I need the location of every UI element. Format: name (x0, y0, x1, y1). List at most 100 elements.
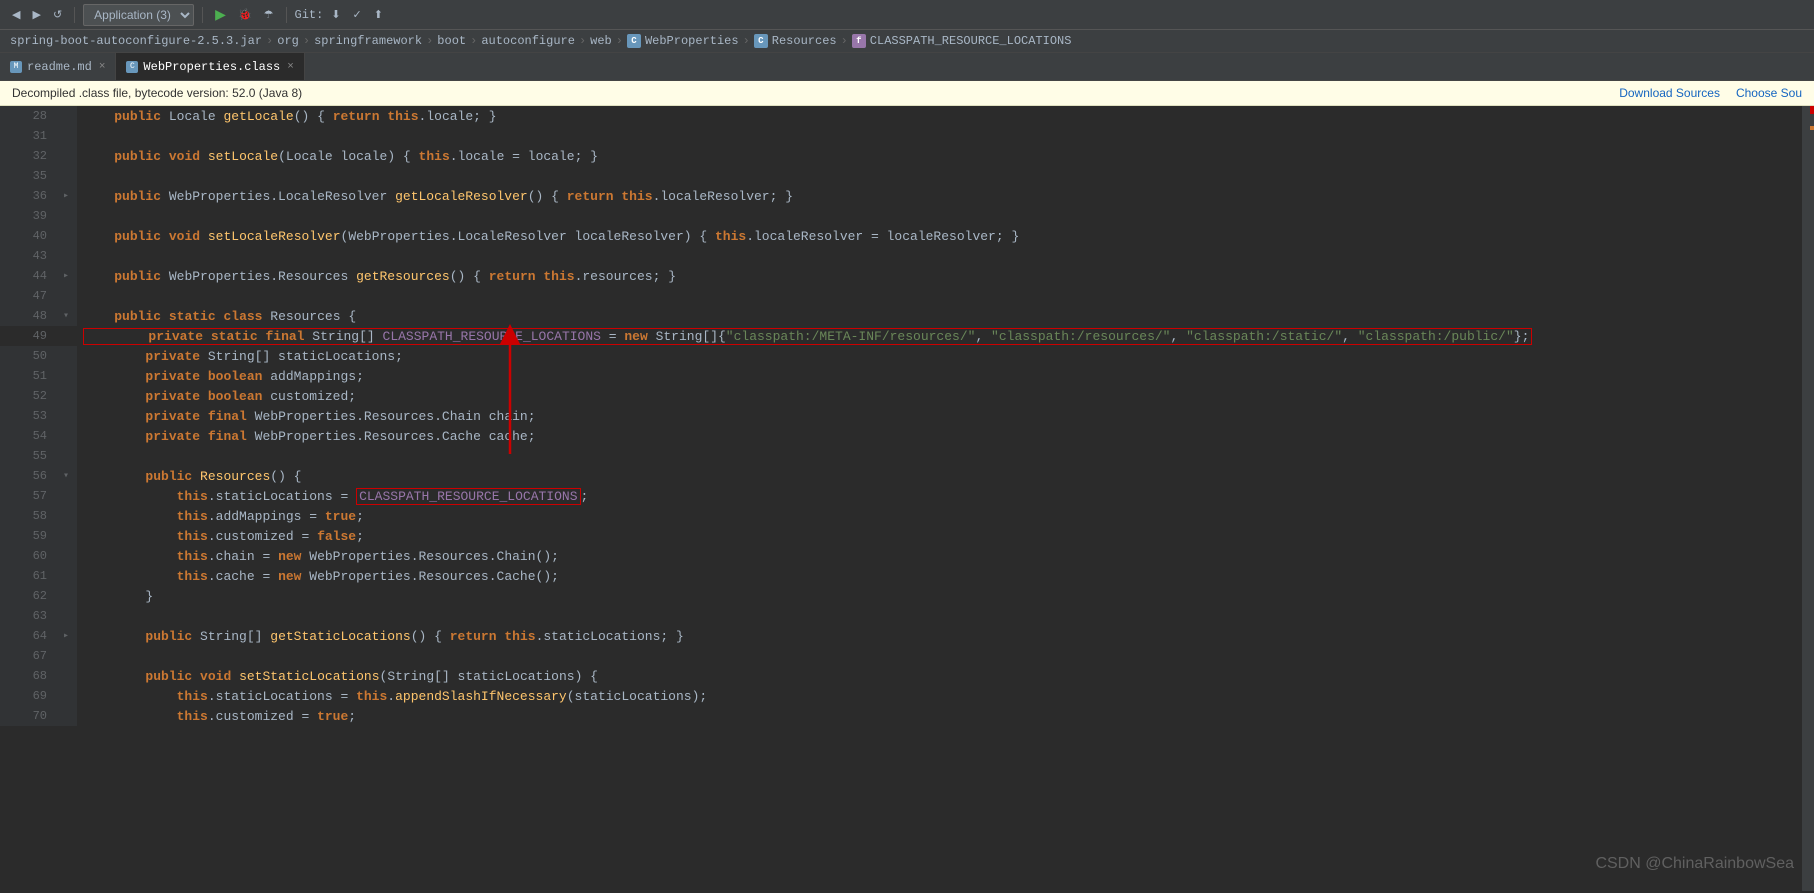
notice-bar: Decompiled .class file, bytecode version… (0, 81, 1814, 106)
git-update[interactable]: ⬇ (327, 6, 344, 23)
table-row: 64 ▸ public String[] getStaticLocations(… (0, 626, 1802, 646)
code-line (77, 246, 1802, 266)
fold-icon[interactable]: ▸ (63, 271, 69, 282)
breadcrumb-boot[interactable]: boot (437, 34, 466, 48)
breadcrumb-web[interactable]: web (590, 34, 612, 48)
breadcrumb-sep2: › (303, 34, 310, 48)
scrollbar-track[interactable] (1802, 106, 1814, 891)
table-row: 55 (0, 446, 1802, 466)
line-gutter (55, 586, 77, 606)
coverage-button[interactable]: ☂ (260, 6, 278, 23)
table-row: 50 private String[] staticLocations; (0, 346, 1802, 366)
line-gutter: ▸ (55, 266, 77, 286)
line-gutter (55, 646, 77, 666)
line-gutter (55, 146, 77, 166)
tab-readme-close[interactable]: × (99, 61, 106, 73)
line-number: 44 (0, 266, 55, 286)
table-row: 63 (0, 606, 1802, 626)
toolbar-forward[interactable]: ▶ (28, 6, 44, 23)
fold-icon[interactable]: ▸ (63, 191, 69, 202)
code-line: public Resources() { (77, 466, 1802, 486)
line-gutter (55, 666, 77, 686)
line-number: 28 (0, 106, 55, 126)
breadcrumb-sep6: › (616, 34, 623, 48)
line-number: 55 (0, 446, 55, 466)
class-icon-resources: C (754, 34, 768, 48)
line-number: 56 (0, 466, 55, 486)
table-row: 28 public Locale getLocale() { return th… (0, 106, 1802, 126)
readme-icon: M (10, 61, 22, 73)
breadcrumb-resources[interactable]: Resources (772, 34, 837, 48)
fold-icon[interactable]: ▾ (63, 471, 69, 482)
table-row: 39 (0, 206, 1802, 226)
code-line (77, 646, 1802, 666)
debug-button[interactable]: 🐞 (234, 6, 256, 23)
code-line: private boolean addMappings; (77, 366, 1802, 386)
fold-icon[interactable]: ▾ (63, 311, 69, 322)
line-gutter (55, 126, 77, 146)
line-number: 32 (0, 146, 55, 166)
breadcrumb-org[interactable]: org (277, 34, 299, 48)
run-button[interactable]: ▶ (211, 4, 230, 25)
table-row: 36 ▸ public WebProperties.LocaleResolver… (0, 186, 1802, 206)
code-line: public void setLocaleResolver(WebPropert… (77, 226, 1802, 246)
table-row: 60 this.chain = new WebProperties.Resour… (0, 546, 1802, 566)
tab-webprops-close[interactable]: × (287, 61, 294, 73)
toolbar-refresh[interactable]: ↺ (49, 6, 66, 23)
code-line (77, 286, 1802, 306)
table-row: 57 this.staticLocations = CLASSPATH_RESO… (0, 486, 1802, 506)
line-number: 50 (0, 346, 55, 366)
table-row: 67 (0, 646, 1802, 666)
table-row: 69 this.staticLocations = this.appendSla… (0, 686, 1802, 706)
line-gutter (55, 486, 77, 506)
table-row: 61 this.cache = new WebProperties.Resour… (0, 566, 1802, 586)
class-icon-webprops: C (627, 34, 641, 48)
warning-indicator (1810, 126, 1814, 130)
breadcrumb-autoconfigure[interactable]: autoconfigure (481, 34, 575, 48)
notice-text: Decompiled .class file, bytecode version… (12, 86, 302, 100)
breadcrumb-webprops[interactable]: WebProperties (645, 34, 739, 48)
fold-icon[interactable]: ▸ (63, 631, 69, 642)
editor-content[interactable]: 28 public Locale getLocale() { return th… (0, 106, 1802, 891)
code-line: public WebProperties.LocaleResolver getL… (77, 186, 1802, 206)
code-line: } (77, 586, 1802, 606)
line-number: 69 (0, 686, 55, 706)
code-line: this.customized = true; (77, 706, 1802, 726)
tab-webprops[interactable]: C WebProperties.class × (116, 53, 304, 80)
line-number: 35 (0, 166, 55, 186)
breadcrumb-springframework[interactable]: springframework (314, 34, 422, 48)
breadcrumb-jar[interactable]: spring-boot-autoconfigure-2.5.3.jar (10, 34, 262, 48)
code-line (77, 606, 1802, 626)
line-gutter (55, 406, 77, 426)
toolbar-sep3 (286, 7, 287, 23)
code-line (77, 206, 1802, 226)
line-gutter (55, 426, 77, 446)
table-row: 58 this.addMappings = true; (0, 506, 1802, 526)
breadcrumb-sep5: › (579, 34, 586, 48)
breadcrumb-sep8: › (841, 34, 848, 48)
line-number: 51 (0, 366, 55, 386)
breadcrumb-sep7: › (743, 34, 750, 48)
code-line: public static class Resources { (77, 306, 1802, 326)
line-gutter: ▸ (55, 626, 77, 646)
tab-readme[interactable]: M readme.md × (0, 53, 116, 80)
table-row: 31 (0, 126, 1802, 146)
choose-sources-button[interactable]: Choose Sou (1736, 86, 1802, 100)
toolbar-back[interactable]: ◀ (8, 6, 24, 23)
git-commit[interactable]: ✓ (349, 6, 366, 23)
git-push[interactable]: ⬆ (370, 6, 387, 23)
table-row: 52 private boolean customized; (0, 386, 1802, 406)
breadcrumb-sep3: › (426, 34, 433, 48)
line-number: 31 (0, 126, 55, 146)
code-line: private final WebProperties.Resources.Ca… (77, 426, 1802, 446)
table-row: 70 this.customized = true; (0, 706, 1802, 726)
download-sources-button[interactable]: Download Sources (1619, 86, 1720, 100)
code-line: public String[] getStaticLocations() { r… (77, 626, 1802, 646)
table-row: 40 public void setLocaleResolver(WebProp… (0, 226, 1802, 246)
line-gutter: ▸ (55, 186, 77, 206)
breadcrumb-sep4: › (470, 34, 477, 48)
error-indicator (1810, 106, 1814, 114)
app-selector[interactable]: Application (3) (83, 4, 194, 26)
editor-container: 28 public Locale getLocale() { return th… (0, 106, 1814, 891)
code-line: public void setLocale(Locale locale) { t… (77, 146, 1802, 166)
